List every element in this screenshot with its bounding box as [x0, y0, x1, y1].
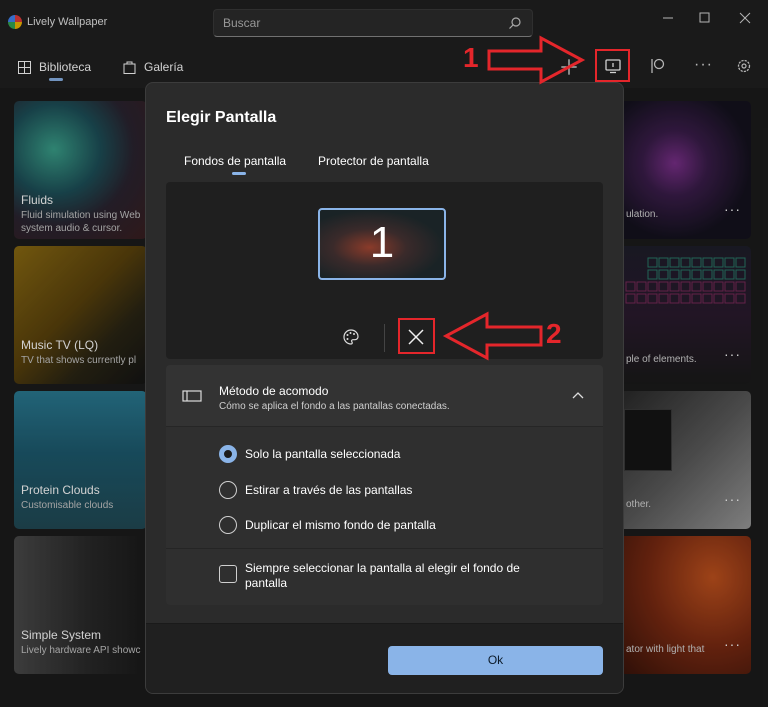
checkbox[interactable] — [219, 565, 237, 583]
annotation-number-2: 2 — [546, 318, 562, 349]
annotation-arrow-right — [487, 35, 586, 85]
ok-button[interactable]: Ok — [388, 646, 603, 675]
radio-option-selected-screen[interactable]: Solo la pantalla seleccionada — [219, 445, 400, 463]
dialog-title: Elegir Pantalla — [166, 109, 277, 126]
choose-screen-dialog: Elegir Pantalla Fondos de pantalla Prote… — [145, 82, 624, 694]
tab-active-indicator — [232, 172, 246, 175]
arrangement-header[interactable]: Método de acomodo Cómo se aplica el fond… — [166, 365, 603, 427]
screen-layout-icon — [182, 390, 202, 402]
monitor-number: 1 — [369, 218, 395, 267]
checkbox-label-line2: pantalla — [245, 576, 288, 590]
dialog-footer: Ok — [146, 623, 623, 693]
preview-divider — [384, 324, 385, 352]
always-select-screen-option[interactable]: Siempre seleccionar la pantalla al elegi… — [219, 561, 520, 591]
arrangement-subtitle: Cómo se aplica el fondo a las pantallas … — [219, 401, 450, 412]
radio-label: Duplicar el mismo fondo de pantalla — [245, 518, 436, 532]
radio-option-stretch[interactable]: Estirar a través de las pantallas — [219, 481, 412, 499]
panel-divider — [166, 548, 603, 549]
monitor-tile[interactable]: 1 — [318, 208, 446, 280]
palette-icon[interactable] — [336, 322, 366, 352]
radio-button[interactable] — [219, 445, 237, 463]
annotation-highlight-monitor-button — [595, 49, 630, 82]
radio-label: Estirar a través de las pantallas — [245, 483, 413, 497]
radio-option-duplicate[interactable]: Duplicar el mismo fondo de pantalla — [219, 516, 436, 534]
radio-button[interactable] — [219, 481, 237, 499]
radio-label: Solo la pantalla seleccionada — [245, 447, 401, 461]
tab-wallpapers[interactable]: Fondos de pantalla — [184, 154, 286, 168]
tab-screensaver[interactable]: Protector de pantalla — [318, 154, 429, 168]
arrangement-panel: Método de acomodo Cómo se aplica el fond… — [166, 365, 603, 605]
chevron-up-icon[interactable] — [572, 391, 584, 401]
annotation-highlight-close-button — [398, 318, 435, 354]
annotation-arrow-left — [442, 311, 543, 361]
annotation-number-1: 1 — [463, 42, 479, 73]
checkbox-label-line1: Siempre seleccionar la pantalla al elegi… — [245, 561, 520, 575]
arrangement-title: Método de acomodo — [219, 384, 329, 398]
radio-button[interactable] — [219, 516, 237, 534]
